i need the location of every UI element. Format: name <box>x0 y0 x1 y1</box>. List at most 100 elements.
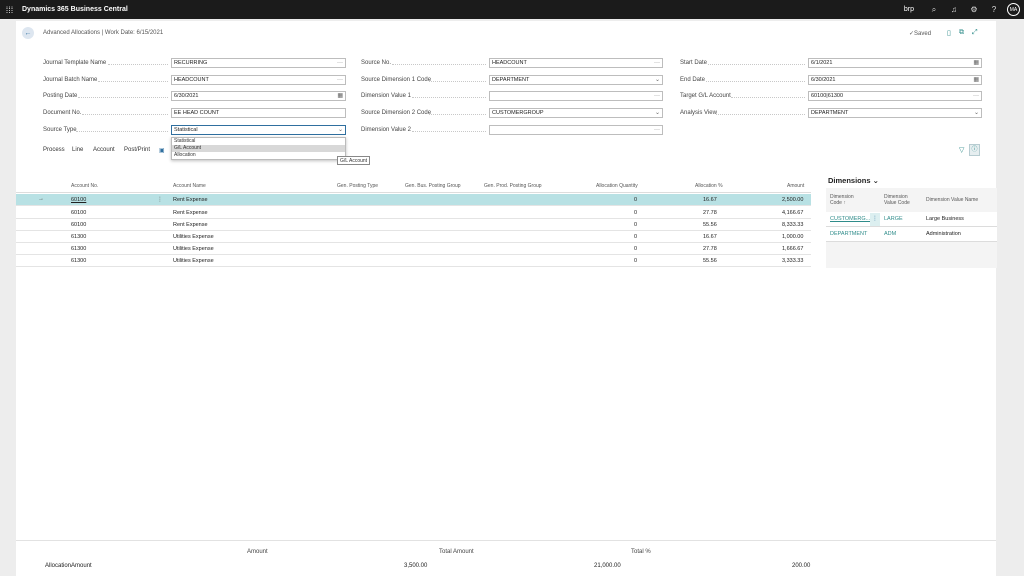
chevron-down-icon[interactable]: ⌄ <box>655 109 660 117</box>
avatar[interactable]: MA <box>1007 3 1020 16</box>
app-bar: ⁞⁞⁞ Dynamics 365 Business Central brp ⌕ … <box>0 0 1024 19</box>
source-no-input[interactable]: HEADCOUNT ··· <box>489 58 663 68</box>
source-dim1-label: Source Dimension 1 Code <box>361 77 432 83</box>
lookup-icon[interactable]: ··· <box>654 59 660 67</box>
option-gl-account[interactable]: G/L Account <box>172 145 345 152</box>
dimension-value-2-input[interactable]: ··· <box>489 125 663 135</box>
app-title[interactable]: Dynamics 365 Business Central <box>22 6 128 13</box>
totals-amount-value: 3,500.00 <box>404 563 428 569</box>
source-type-select[interactable]: Statistical ⌄ <box>171 125 346 135</box>
journal-template-label: Journal Template Name <box>43 60 107 66</box>
row-menu-icon[interactable]: ⋮ <box>870 213 880 226</box>
dimension-value-1-label: Dimension Value 1 <box>361 93 411 99</box>
calendar-icon[interactable]: ▦ <box>337 92 343 100</box>
source-type-label: Source Type <box>43 127 77 133</box>
phone-icon[interactable]: ▯ <box>947 29 951 37</box>
col-account-no[interactable]: Account No. <box>71 183 98 189</box>
end-date-input[interactable]: 6/30/2021 ▦ <box>808 75 982 85</box>
col-gen-prod-posting-group[interactable]: Gen. Prod. Posting Group <box>484 183 542 189</box>
source-dim1-select[interactable]: DEPARTMENT ⌄ <box>489 75 663 85</box>
table-row[interactable]: → 60100 ⋮ Rent Expense 0 16.67 2,500.00 <box>16 194 811 206</box>
totals-total-pct-value: 200.00 <box>792 563 811 569</box>
target-gl-account-label: Target G/L Account <box>680 93 731 99</box>
lookup-icon[interactable]: ··· <box>654 126 660 134</box>
source-dim2-label: Source Dimension 2 Code <box>361 110 432 116</box>
lookup-icon[interactable]: ··· <box>337 76 343 84</box>
totals-total-amount-value: 21,000.00 <box>594 563 621 569</box>
journal-batch-label: Journal Batch Name <box>43 77 98 83</box>
chevron-down-icon[interactable]: ⌄ <box>655 76 660 84</box>
dimension-value-1-input[interactable]: ··· <box>489 91 663 101</box>
saved-status: ✓Saved <box>909 31 932 37</box>
col-gen-bus-posting-group[interactable]: Gen. Bus. Posting Group <box>405 183 461 189</box>
open-new-window-icon[interactable]: ⧉ <box>959 29 964 37</box>
factbox-row[interactable]: CUSTOMERG... ⋮ LARGE Large Business <box>826 212 997 227</box>
factbox-panel: Dimension Code ↑ Dimension Value Code Dime… <box>826 188 997 268</box>
bell-icon[interactable]: ♫ <box>944 5 964 14</box>
source-type-dropdown: Statistical G/L Account Allocation <box>171 137 346 160</box>
row-arrow-icon: → <box>38 196 44 202</box>
action-process[interactable]: Process <box>43 147 65 153</box>
chevron-down-icon[interactable]: ⌄ <box>873 176 879 185</box>
table-row[interactable]: 60100 Rent Expense 0 27.78 4,166.67 <box>16 207 811 219</box>
dimension-value-2-label: Dimension Value 2 <box>361 127 411 133</box>
calendar-icon[interactable]: ▦ <box>973 59 979 67</box>
action-post-print[interactable]: Post/Print <box>124 147 150 153</box>
chevron-down-icon[interactable]: ⌄ <box>338 126 343 134</box>
totals-amount-header: Amount <box>247 549 268 555</box>
action-account[interactable]: Account <box>93 147 115 153</box>
lookup-icon[interactable]: ··· <box>337 59 343 67</box>
page-card: ← Advanced Allocations | Work Date: 6/15… <box>16 21 997 576</box>
factbox-row[interactable]: DEPARTMENT ADM Administration <box>826 227 997 242</box>
col-gen-posting-type[interactable]: Gen. Posting Type <box>337 183 378 189</box>
totals-total-amount-header: Total Amount <box>439 549 474 555</box>
col-account-name[interactable]: Account Name <box>173 183 206 189</box>
source-no-label: Source No. <box>361 60 392 66</box>
waffle-icon[interactable]: ⁞⁞⁞ <box>0 0 19 19</box>
grid-header: Account No. Account Name Gen. Posting Ty… <box>16 180 811 193</box>
tooltip: G/L Account <box>337 156 371 165</box>
source-dim2-select[interactable]: CUSTOMERGROUP ⌄ <box>489 108 663 118</box>
search-icon[interactable]: ⌕ <box>924 5 944 15</box>
help-icon[interactable]: ? <box>984 5 1004 14</box>
posting-date-input[interactable]: 6/30/2021 ▦ <box>171 91 346 101</box>
col-allocation-quantity[interactable]: Allocation Quantity <box>596 183 638 189</box>
dimensions-factbox: Dimensions ⌄ Dimension Code ↑ Dimension Va… <box>826 176 997 291</box>
lookup-icon[interactable]: ··· <box>973 92 979 100</box>
back-arrow-icon[interactable]: ← <box>22 27 34 39</box>
expand-icon[interactable]: ⤢ <box>972 29 978 37</box>
action-line[interactable]: Line <box>72 147 83 153</box>
posting-date-label: Posting Date <box>43 93 78 99</box>
option-statistical[interactable]: Statistical <box>172 138 345 145</box>
page-title: Advanced Allocations | Work Date: 6/15/2… <box>43 30 164 36</box>
start-date-label: Start Date <box>680 60 708 66</box>
table-row[interactable]: 61300 Utilities Expense 0 16.67 1,000.00 <box>16 231 811 243</box>
table-row[interactable]: 60100 Rent Expense 0 55.56 8,333.33 <box>16 219 811 231</box>
document-no-input[interactable]: EE HEAD COUNT <box>171 108 346 118</box>
journal-batch-input[interactable]: HEADCOUNT ··· <box>171 75 346 85</box>
company-name: brp <box>903 6 914 13</box>
info-icon[interactable]: ⓘ <box>969 144 980 156</box>
excel-icon[interactable]: ▣ <box>159 147 165 154</box>
chevron-down-icon[interactable]: ⌄ <box>974 109 979 117</box>
calendar-icon[interactable]: ▦ <box>973 76 979 84</box>
table-row[interactable]: 61300 Utilities Expense 0 55.56 3,333.33 <box>16 255 811 267</box>
row-menu-icon[interactable]: ⋮ <box>157 196 163 203</box>
col-amount[interactable]: Amount <box>787 183 804 189</box>
col-allocation-pct[interactable]: Allocation % <box>695 183 723 189</box>
document-no-label: Document No. <box>43 110 82 116</box>
start-date-input[interactable]: 6/1/2021 ▦ <box>808 58 982 68</box>
totals-row-label: AllocationAmount <box>45 563 92 569</box>
factbox-title[interactable]: Dimensions ⌄ <box>828 176 879 185</box>
filter-icon[interactable]: ▽ <box>959 146 964 154</box>
end-date-label: End Date <box>680 77 706 83</box>
target-gl-account-input[interactable]: 60100|61300 ··· <box>808 91 982 101</box>
journal-template-input[interactable]: RECURRING ··· <box>171 58 346 68</box>
lookup-icon[interactable]: ··· <box>654 92 660 100</box>
table-row[interactable]: 61300 Utilities Expense 0 27.78 1,666.67 <box>16 243 811 255</box>
option-allocation[interactable]: Allocation <box>172 152 345 159</box>
action-bar: Process Line Account Post/Print ▣ ▽ ⓘ <box>16 144 996 158</box>
analysis-view-select[interactable]: DEPARTMENT ⌄ <box>808 108 982 118</box>
analysis-view-label: Analysis View <box>680 110 717 116</box>
gear-icon[interactable]: ⚙ <box>964 5 984 14</box>
